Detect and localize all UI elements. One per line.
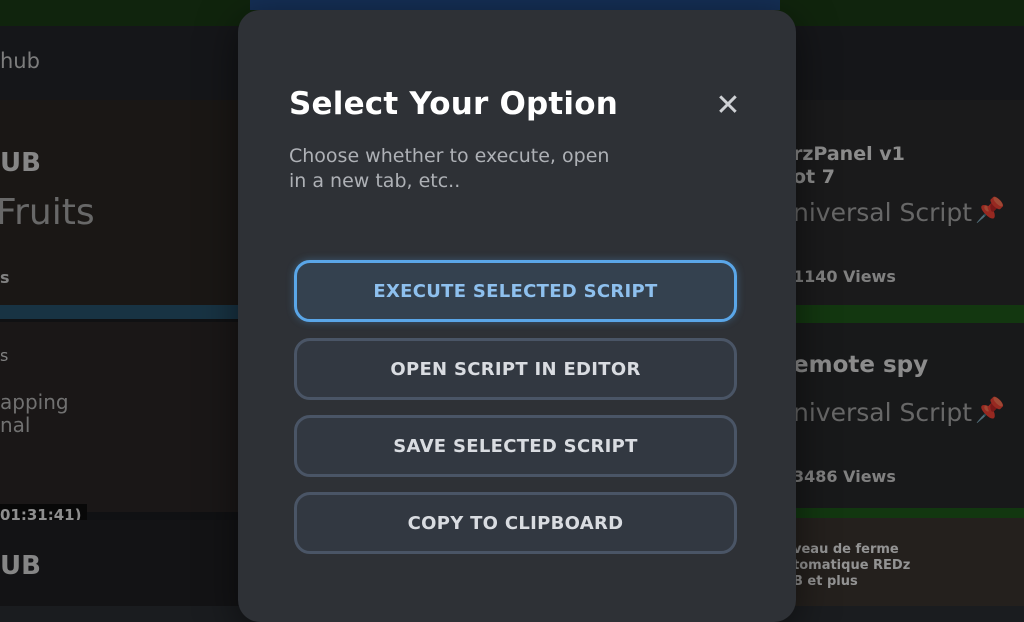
copy-to-clipboard-button[interactable]: COPY TO CLIPBOARD xyxy=(294,492,737,554)
close-icon[interactable]: ✕ xyxy=(712,90,744,122)
execute-selected-script-button[interactable]: EXECUTE SELECTED SCRIPT xyxy=(294,260,737,322)
open-script-in-editor-button[interactable]: OPEN SCRIPT IN EDITOR xyxy=(294,338,737,400)
modal-title: Select Your Option xyxy=(289,86,618,122)
save-selected-script-button[interactable]: SAVE SELECTED SCRIPT xyxy=(294,415,737,477)
modal-description: Choose whether to execute, open in a new… xyxy=(289,145,610,192)
select-option-modal: Select Your Option ✕ Choose whether to e… xyxy=(238,10,796,622)
